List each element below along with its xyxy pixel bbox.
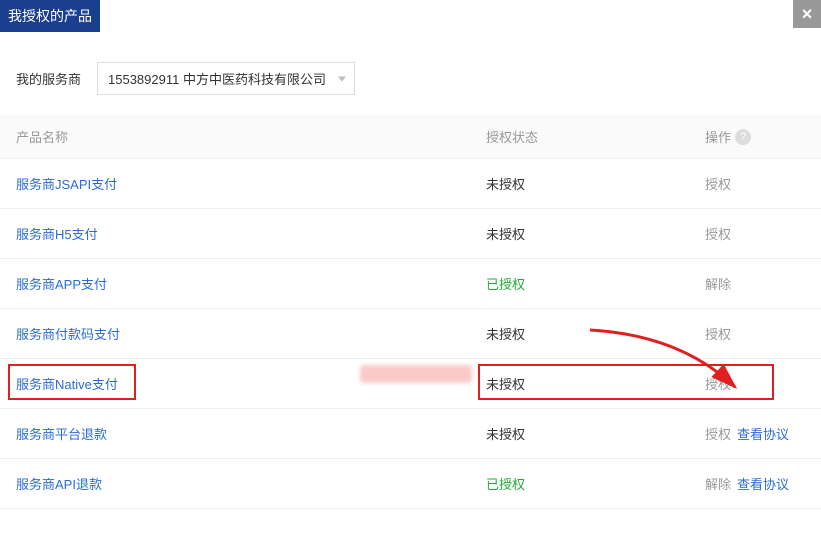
action-button[interactable]: 授权 bbox=[705, 324, 731, 343]
product-name-link[interactable]: 服务商API退款 bbox=[16, 477, 102, 492]
close-button[interactable]: × bbox=[793, 0, 821, 28]
provider-select[interactable]: 1553892911 中方中医药科技有限公司 bbox=[97, 62, 355, 95]
chevron-down-icon bbox=[338, 76, 346, 81]
table-row: 服务商APP支付 已授权 解除 bbox=[0, 259, 821, 309]
table-row: 服务商平台退款 未授权 授权查看协议 bbox=[0, 409, 821, 459]
action-button[interactable]: 解除 bbox=[705, 274, 731, 293]
product-name-link[interactable]: 服务商Native支付 bbox=[16, 377, 118, 392]
filter-label: 我的服务商 bbox=[16, 69, 81, 88]
table-row: 服务商Native支付 未授权 授权 bbox=[0, 359, 821, 409]
status-text: 未授权 bbox=[486, 227, 525, 242]
header-action-text: 操作 bbox=[705, 127, 731, 146]
action-button[interactable]: 解除 bbox=[705, 474, 731, 493]
status-text: 未授权 bbox=[486, 427, 525, 442]
header-name: 产品名称 bbox=[16, 127, 486, 146]
product-name-link[interactable]: 服务商付款码支付 bbox=[16, 327, 120, 342]
table-row: 服务商付款码支付 未授权 授权 bbox=[0, 309, 821, 359]
help-icon[interactable]: ? bbox=[735, 129, 751, 145]
close-icon: × bbox=[802, 4, 813, 25]
header-action: 操作 ? bbox=[705, 127, 805, 146]
product-name-link[interactable]: 服务商平台退款 bbox=[16, 427, 107, 442]
status-text: 已授权 bbox=[486, 277, 525, 292]
table-header: 产品名称 授权状态 操作 ? bbox=[0, 115, 821, 159]
action-button[interactable]: 授权 bbox=[705, 424, 731, 443]
status-text: 未授权 bbox=[486, 177, 525, 192]
status-text: 未授权 bbox=[486, 327, 525, 342]
product-name-link[interactable]: 服务商H5支付 bbox=[16, 227, 98, 242]
products-table: 产品名称 授权状态 操作 ? 服务商JSAPI支付未授权授权服务商H5支付未授权… bbox=[0, 115, 821, 509]
product-name-link[interactable]: 服务商APP支付 bbox=[16, 277, 107, 292]
filter-row: 我的服务商 1553892911 中方中医药科技有限公司 bbox=[0, 32, 821, 115]
view-agreement-link[interactable]: 查看协议 bbox=[737, 474, 789, 493]
table-row: 服务商H5支付 未授权 授权 bbox=[0, 209, 821, 259]
view-agreement-link[interactable]: 查看协议 bbox=[737, 424, 789, 443]
provider-selected: 1553892911 中方中医药科技有限公司 bbox=[108, 72, 326, 87]
header-status: 授权状态 bbox=[486, 127, 705, 146]
product-name-link[interactable]: 服务商JSAPI支付 bbox=[16, 177, 117, 192]
action-button[interactable]: 授权 bbox=[705, 374, 731, 393]
table-row: 服务商JSAPI支付 未授权 授权 bbox=[0, 159, 821, 209]
status-text: 已授权 bbox=[486, 477, 525, 492]
redacted-blur bbox=[360, 365, 472, 383]
action-button[interactable]: 授权 bbox=[705, 224, 731, 243]
modal-title: 我授权的产品 bbox=[0, 0, 100, 32]
action-button[interactable]: 授权 bbox=[705, 174, 731, 193]
status-text: 未授权 bbox=[486, 377, 525, 392]
table-row: 服务商API退款 已授权 解除查看协议 bbox=[0, 459, 821, 509]
